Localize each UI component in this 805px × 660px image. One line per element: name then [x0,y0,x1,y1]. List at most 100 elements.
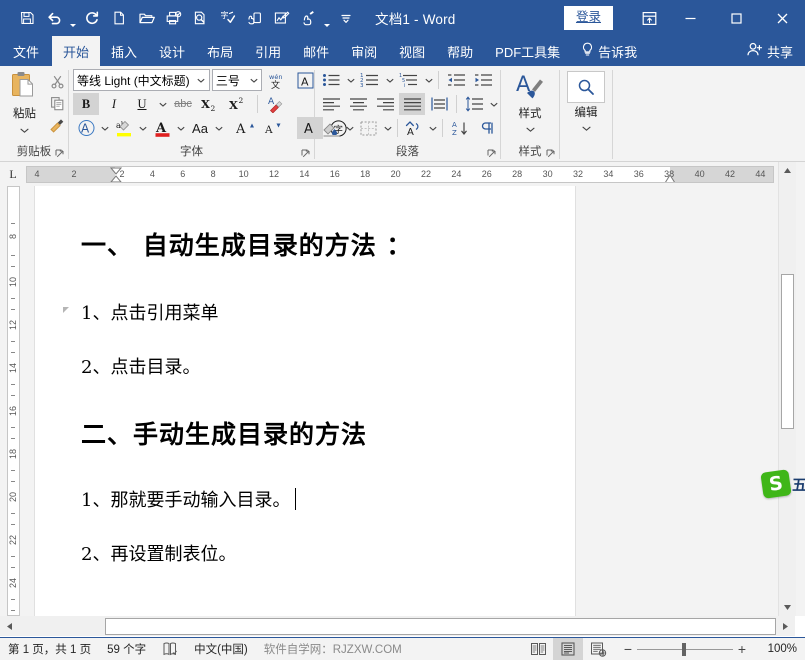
tell-me-box[interactable]: 告诉我 [571,36,647,66]
styles-button[interactable]: A 样式 [507,69,553,135]
horizontal-scroll-track[interactable] [19,618,776,635]
document-body[interactable]: 一、 自动生成目录的方法 ： 1、点击引用菜单 2、点击目录。 二、手动生成目录… [81,208,511,566]
paragraph-dialog-launcher-icon[interactable] [486,148,497,159]
open-folder-icon[interactable] [133,5,159,31]
styles-dialog-launcher-icon[interactable] [545,148,556,159]
cut-icon[interactable] [46,71,68,92]
word-count-status[interactable]: 59 个字 [99,638,154,660]
redo-icon[interactable] [79,5,105,31]
zoom-in-button[interactable]: + [733,638,751,660]
bold-button[interactable]: B [73,93,99,115]
track-changes-icon[interactable] [268,5,294,31]
tab-help[interactable]: 帮助 [436,36,484,66]
zoom-level-label[interactable]: 100% [757,643,805,655]
tab-pdf-toolkit[interactable]: PDF工具集 [484,36,571,66]
zoom-slider-thumb[interactable] [682,643,686,656]
draw-touch-icon[interactable] [295,5,321,31]
tab-layout[interactable]: 布局 [196,36,244,66]
sign-in-button[interactable]: 登录 [564,6,613,30]
save-icon[interactable] [14,5,40,31]
scroll-up-button[interactable] [779,162,796,179]
line-spacing-dropdown-icon[interactable] [488,93,499,115]
zoom-out-button[interactable]: − [619,638,637,660]
undo-dropdown-icon[interactable] [68,1,78,35]
asian-layout-icon[interactable]: A [401,117,427,139]
vertical-scroll-track[interactable] [779,179,796,599]
justify-icon[interactable] [399,93,425,115]
tab-insert[interactable]: 插入 [100,36,148,66]
shading-dropdown-icon[interactable] [345,117,355,139]
print-layout-icon[interactable] [553,638,583,660]
font-size-dropdown-icon[interactable] [246,71,261,89]
undo-icon[interactable] [41,5,67,31]
tab-review[interactable]: 审阅 [340,36,388,66]
decrease-indent-icon[interactable] [443,69,469,91]
font-color-icon[interactable]: A [149,117,175,139]
spelling-check-icon[interactable]: 字 [214,5,240,31]
align-center-icon[interactable] [345,93,371,115]
multilevel-list-icon[interactable]: 15i [396,69,422,91]
new-document-icon[interactable] [106,5,132,31]
tab-view[interactable]: 视图 [388,36,436,66]
horizontal-scroll-thumb[interactable] [105,618,776,635]
change-case-dropdown-icon[interactable] [215,117,223,139]
ribbon-display-options-icon[interactable] [631,0,667,36]
font-name-dropdown-icon[interactable] [194,71,209,89]
text-effects-icon[interactable]: A [73,117,99,139]
tab-file[interactable]: 文件 [0,36,52,66]
web-layout-icon[interactable] [583,638,613,660]
font-name-combo[interactable]: 等线 Light (中文标题) [73,69,210,91]
document-page[interactable]: 一、 自动生成目录的方法 ： 1、点击引用菜单 2、点击目录。 二、手动生成目录… [35,186,575,616]
editing-dropdown-icon[interactable] [582,120,591,134]
read-mode-icon[interactable] [523,638,553,660]
underline-dropdown-icon[interactable] [157,93,168,115]
align-right-icon[interactable] [372,93,398,115]
draw-dropdown-icon[interactable] [322,1,332,35]
paste-button[interactable]: 粘贴 [3,69,46,136]
superscript-button[interactable]: X2 [226,93,252,115]
zoom-slider[interactable] [637,638,733,660]
numbering-icon[interactable]: 123 [357,69,383,91]
language-status[interactable]: 中文(中国) [186,638,256,660]
text-effects-dropdown-icon[interactable] [101,117,109,139]
horizontal-scrollbar[interactable] [0,616,795,636]
font-color-dropdown-icon[interactable] [177,117,185,139]
right-indent-marker[interactable] [664,174,676,183]
subscript-button[interactable]: X2 [198,93,224,115]
scroll-down-button[interactable] [779,599,796,616]
clipboard-dialog-launcher-icon[interactable] [54,148,65,159]
shrink-font-icon[interactable]: A [261,117,287,139]
print-preview-icon[interactable] [187,5,213,31]
clear-formatting-icon[interactable]: A [263,93,289,115]
format-painter-icon[interactable] [46,115,68,136]
share-button[interactable]: 共享 [746,36,805,66]
scroll-right-button[interactable] [777,618,794,635]
highlight-color-icon[interactable]: ab [111,117,137,139]
italic-button[interactable]: I [101,93,127,115]
sort-icon[interactable]: AZ [447,117,473,139]
first-line-indent-marker[interactable] [110,167,122,183]
distribute-icon[interactable] [426,93,452,115]
multilevel-dropdown-icon[interactable] [423,69,434,91]
highlight-dropdown-icon[interactable] [139,117,147,139]
tab-references[interactable]: 引用 [244,36,292,66]
styles-dropdown-icon[interactable] [526,121,535,135]
change-case-button[interactable]: Aa [187,117,213,139]
align-left-icon[interactable] [318,93,344,115]
minimize-button[interactable] [667,0,713,36]
sogou-ime-indicator[interactable]: S 五 [762,471,805,497]
increase-indent-icon[interactable] [470,69,496,91]
copy-icon[interactable] [46,93,68,114]
tab-home[interactable]: 开始 [52,36,100,66]
show-formatting-marks-icon[interactable] [474,117,500,139]
asian-layout-dropdown-icon[interactable] [428,117,438,139]
close-button[interactable] [759,0,805,36]
line-spacing-icon[interactable] [461,93,487,115]
shading-icon[interactable] [318,117,344,139]
document-area[interactable]: 一、 自动生成目录的方法 ： 1、点击引用菜单 2、点击目录。 二、手动生成目录… [26,186,778,616]
borders-dropdown-icon[interactable] [383,117,393,139]
tab-mailings[interactable]: 邮件 [292,36,340,66]
bullets-icon[interactable] [318,69,344,91]
underline-button[interactable]: U [129,93,155,115]
scroll-left-button[interactable] [1,618,18,635]
